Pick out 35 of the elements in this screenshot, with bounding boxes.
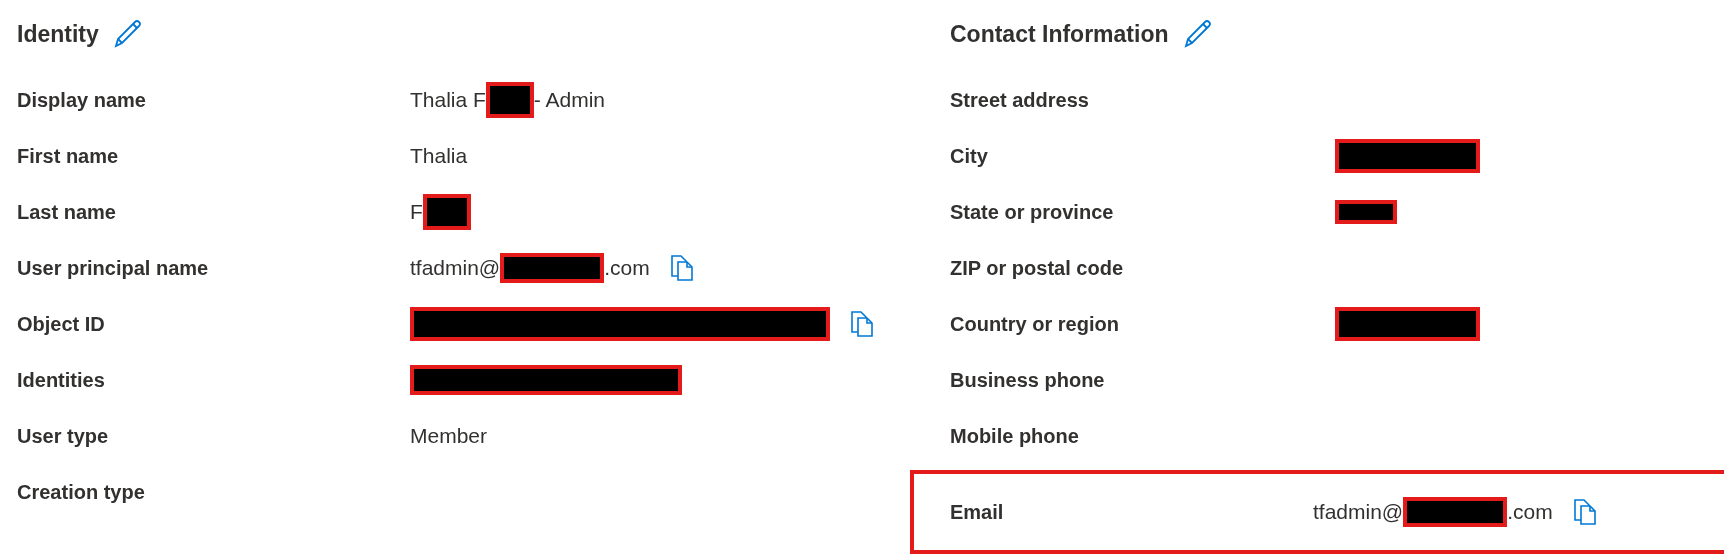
field-value: Member (410, 424, 488, 448)
field-label: Mobile phone (950, 424, 1080, 448)
redaction-block (485, 82, 534, 118)
copy-icon[interactable] (669, 254, 694, 282)
field-label: User type (17, 424, 110, 448)
redaction-block (422, 194, 471, 230)
field-value: tfadmin@ (410, 256, 501, 280)
field-value: - Admin (533, 88, 606, 112)
field-label: Display name (17, 88, 147, 112)
section-title: Identity (17, 20, 99, 48)
field-label: First name (17, 144, 120, 168)
field-label: Object ID (17, 312, 106, 336)
field-value: F (410, 200, 423, 224)
field-label: User principal name (17, 256, 210, 280)
field-label: Last name (17, 200, 117, 224)
copy-icon[interactable] (850, 310, 874, 338)
field-label: Email (950, 500, 1005, 524)
section-title: Contact Information (950, 20, 1169, 48)
field-value: .com (604, 256, 650, 280)
field-label: ZIP or postal code (950, 256, 1124, 280)
field-label: Business phone (950, 368, 1106, 392)
field-label: Country or region (950, 312, 1120, 336)
field-value: Thalia (410, 144, 468, 168)
redaction-block (1335, 200, 1397, 224)
field-label: Street address (950, 88, 1090, 112)
copy-icon[interactable] (1572, 498, 1597, 526)
field-value: tfadmin@ (1313, 500, 1404, 524)
field-label: Identities (17, 368, 106, 392)
pencil-icon[interactable] (112, 19, 143, 49)
pencil-icon[interactable] (1182, 19, 1213, 49)
field-value: Thalia F (410, 88, 486, 112)
field-label: State or province (950, 200, 1115, 224)
field-label: Creation type (17, 480, 146, 504)
field-value: .com (1507, 500, 1553, 524)
field-label: City (950, 144, 989, 168)
